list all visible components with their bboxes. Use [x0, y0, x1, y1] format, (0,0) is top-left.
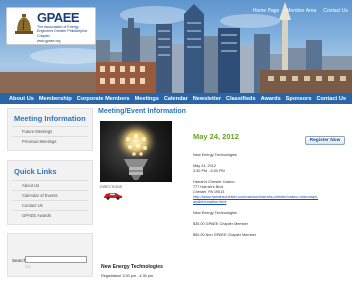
search-panel: Search GO [7, 233, 93, 277]
sidebar-item-gpaee-awards[interactable]: GPAEE Awards [12, 210, 88, 220]
site-logo[interactable]: GPAEE The Association of Energy Engineer… [6, 7, 96, 45]
nav-contact-us[interactable]: Contact Us [316, 96, 346, 102]
top-link-home[interactable]: Home Page [253, 8, 279, 14]
search-input[interactable] [25, 256, 87, 263]
meeting-info-title: Meeting Information [14, 114, 86, 123]
logo-url: www.gpaee.org [37, 39, 61, 43]
price-nonmember: $50.00 Non GPAEE Chapter Member [193, 233, 257, 237]
sidebar-item-future-meetings[interactable]: Future Meetings [12, 126, 88, 136]
register-now-button[interactable]: Register Now [305, 136, 345, 145]
quick-links-title: Quick Links [14, 167, 57, 176]
directions-label: DIRECTIONS [100, 185, 123, 189]
sidebar: Meeting Information Future Meetings Prev… [7, 108, 93, 277]
top-link-member-area[interactable]: Member Area [286, 8, 316, 14]
red-car-icon[interactable] [103, 191, 123, 200]
logo-wordmark: GPAEE [37, 10, 80, 25]
header-banner: Home Page Member Area Contact Us GPAEE T… [0, 0, 352, 93]
top-links: Home Page Member Area Contact Us [253, 8, 348, 14]
meeting-info-panel: Meeting Information Future Meetings Prev… [7, 108, 93, 151]
sidebar-item-calendar-of-events[interactable]: Calendar of Events [12, 190, 88, 200]
page-title: Meeting/Event Information [98, 108, 186, 115]
nav-awards[interactable]: Awards [261, 96, 281, 102]
section-subtitle: New Energy Technologies [101, 264, 163, 270]
nav-membership[interactable]: Membership [39, 96, 72, 102]
sidebar-item-about-us[interactable]: About Us [12, 180, 88, 190]
nav-classifieds[interactable]: Classifieds [226, 96, 256, 102]
logo-subtitle: The Association of Energy Engineers Grea… [37, 25, 87, 38]
liberty-bell-icon [15, 14, 33, 34]
nav-corporate-members[interactable]: Corporate Members [77, 96, 130, 102]
quick-links-panel: Quick Links About Us Calendar of Events … [7, 160, 93, 225]
event-date-heading: May 24, 2012 [193, 132, 239, 141]
nav-about-us[interactable]: About Us [9, 96, 34, 102]
registration-time: Registration 3:30 pm - 4:30 pm [101, 274, 154, 278]
nav-calendar[interactable]: Calendar [164, 96, 188, 102]
main-nav: About Us Membership Corporate Members Me… [0, 93, 352, 104]
nav-sponsors[interactable]: Sponsors [286, 96, 312, 102]
sidebar-item-contact-us[interactable]: Contact Us [12, 200, 88, 210]
led-bulb-image [100, 121, 172, 182]
main-content: Meeting/Event Information DIRECTIONS May… [98, 108, 348, 278]
venue-link[interactable]: http://www.harrahschester.com/casinos/ha… [193, 195, 343, 205]
event-details: New Energy Technologies May 24, 2012 3:3… [193, 153, 343, 238]
sidebar-item-previous-meetings[interactable]: Previous Meetings [12, 136, 88, 146]
nav-newsletter[interactable]: Newsletter [193, 96, 221, 102]
nav-meetings[interactable]: Meetings [135, 96, 159, 102]
search-go-button[interactable]: GO [25, 265, 30, 269]
top-link-contact[interactable]: Contact Us [323, 8, 348, 14]
